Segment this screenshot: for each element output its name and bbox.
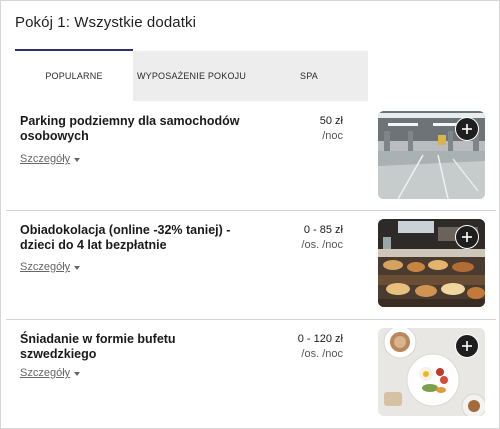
- details-link[interactable]: Szczegóły: [20, 261, 81, 273]
- extras-panel: Pokój 1: Wszystkie dodatki POPULARNE WYP…: [0, 0, 500, 429]
- item-price: 0 - 120 zł /os. /noc: [298, 332, 343, 362]
- tab-popularne[interactable]: POPULARNE: [15, 51, 133, 101]
- item-price: 0 - 85 zł /os. /noc: [301, 223, 343, 253]
- page-title: Pokój 1: Wszystkie dodatki: [15, 14, 197, 31]
- price-unit: /os. /noc: [301, 348, 343, 360]
- plus-icon: [462, 124, 472, 134]
- price-value: 0 - 120 zł: [297, 333, 343, 345]
- details-label: Szczegóły: [20, 153, 71, 165]
- price-value: 50 zł: [319, 115, 343, 127]
- details-label: Szczegóły: [20, 367, 71, 379]
- add-button[interactable]: [455, 225, 479, 249]
- plus-icon: [462, 341, 472, 351]
- item-name: Śniadanie w formie bufetu szwedzkiego: [20, 332, 176, 361]
- item-name: Obiadokolacja (online -32% taniej) - dzi…: [20, 223, 231, 252]
- add-button[interactable]: [455, 117, 479, 141]
- item-name: Parking podziemny dla samochodów osobowy…: [20, 114, 240, 143]
- tab-bar: POPULARNE WYPOSAŻENIE POKOJU SPA: [15, 51, 368, 101]
- add-button[interactable]: [455, 334, 479, 358]
- parking-garage-photo: [378, 111, 485, 199]
- breakfast-photo: [378, 328, 485, 416]
- price-unit: /os. /noc: [301, 239, 343, 251]
- price-value: 0 - 85 zł: [303, 224, 343, 236]
- details-link[interactable]: Szczegóły: [20, 153, 81, 165]
- price-unit: /noc: [322, 130, 343, 142]
- details-label: Szczegóły: [20, 261, 71, 273]
- chevron-down-icon: [74, 265, 81, 270]
- chevron-down-icon: [74, 157, 81, 162]
- divider: [6, 210, 496, 211]
- details-link[interactable]: Szczegóły: [20, 367, 81, 379]
- buffet-dinner-photo: [378, 219, 485, 307]
- tab-wyposazenie-pokoju[interactable]: WYPOSAŻENIE POKOJU: [133, 51, 250, 101]
- divider: [6, 319, 496, 320]
- chevron-down-icon: [74, 371, 81, 376]
- item-price: 50 zł /noc: [320, 114, 343, 144]
- tab-spa[interactable]: SPA: [250, 51, 368, 101]
- plus-icon: [462, 232, 472, 242]
